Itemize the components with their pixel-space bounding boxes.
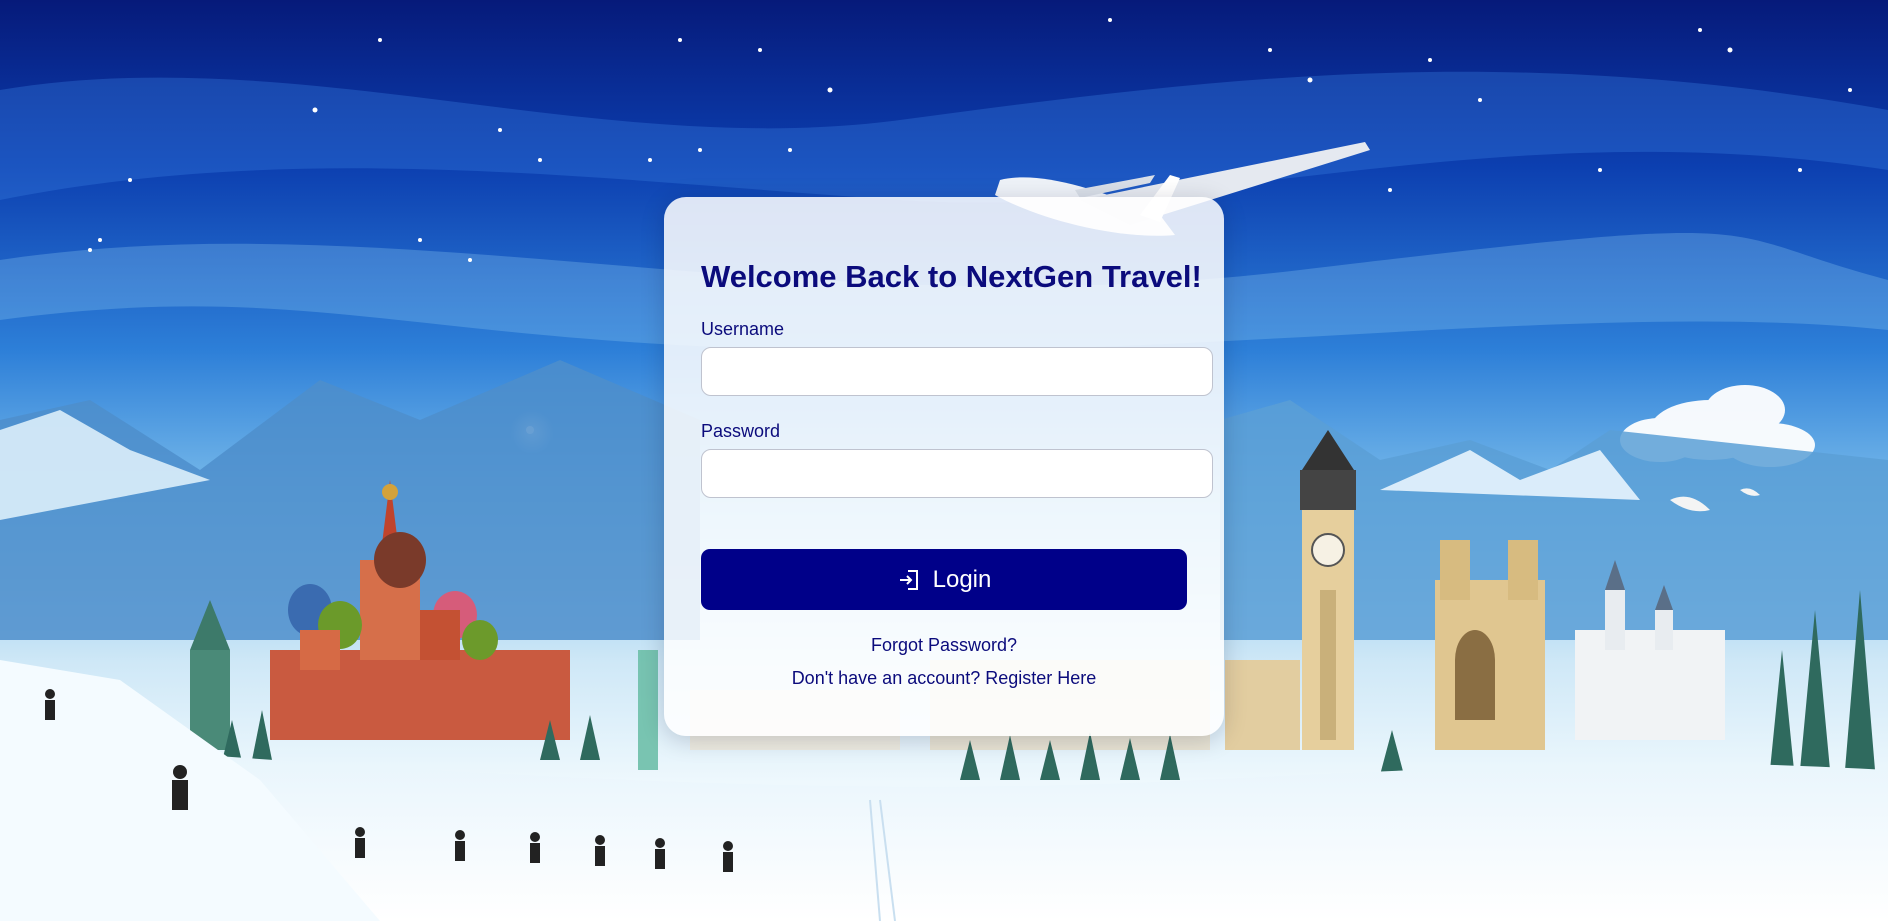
page-title: Welcome Back to NextGen Travel! bbox=[701, 259, 1202, 294]
auth-links: Forgot Password? Don't have an account? … bbox=[701, 635, 1187, 689]
username-input[interactable] bbox=[701, 347, 1213, 396]
login-card: Welcome Back to NextGen Travel! Username… bbox=[664, 197, 1224, 736]
forgot-password-link[interactable]: Forgot Password? bbox=[701, 635, 1187, 656]
register-link[interactable]: Don't have an account? Register Here bbox=[701, 668, 1187, 689]
login-button[interactable]: Login bbox=[701, 549, 1187, 610]
login-button-label: Login bbox=[932, 565, 992, 593]
password-input[interactable] bbox=[701, 449, 1213, 498]
username-label: Username bbox=[701, 319, 785, 339]
login-page: Welcome Back to NextGen Travel! Username… bbox=[0, 0, 1888, 921]
password-label: Password bbox=[701, 421, 781, 441]
login-arrow-icon bbox=[899, 569, 918, 590]
